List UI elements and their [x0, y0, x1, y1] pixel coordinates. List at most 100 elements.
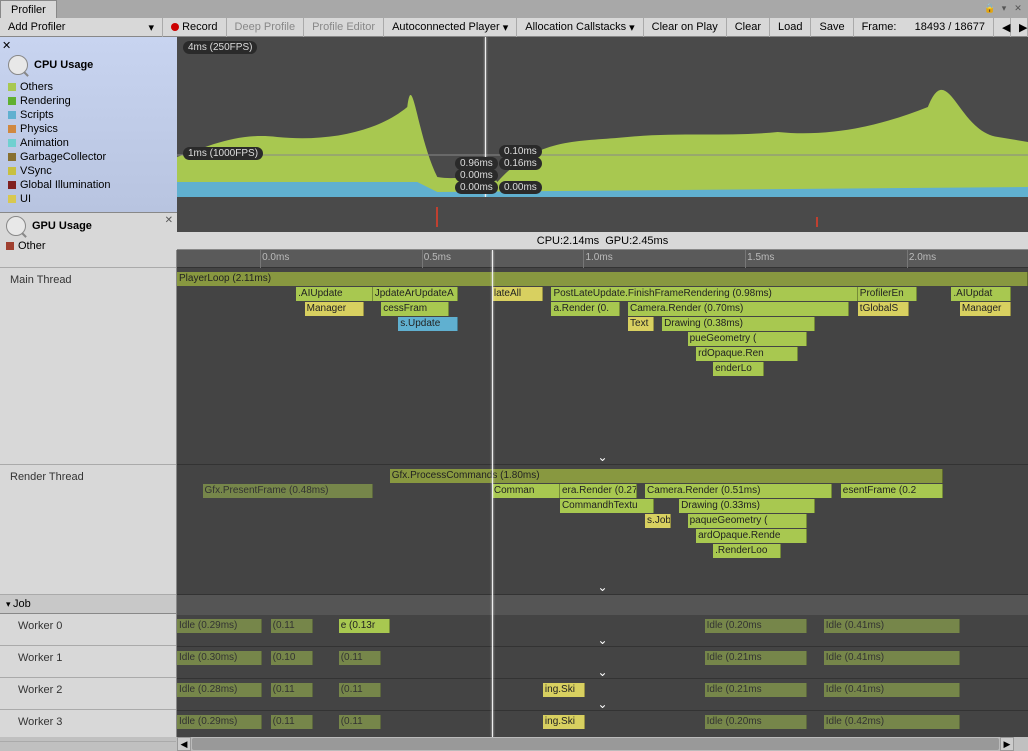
profiler-bar[interactable]: Idle (0.20ms	[705, 715, 807, 729]
profiler-bar[interactable]: (0.11	[339, 651, 382, 665]
worker-track[interactable]: Idle (0.30ms)(0.10(0.11Idle (0.21msIdle …	[177, 647, 1028, 679]
expand-icon[interactable]: ⌄	[597, 665, 607, 679]
worker-track[interactable]: Idle (0.28ms) (0.11 (0.11 ing.Ski Idle (0.21…	[177, 679, 1028, 711]
profiler-bar[interactable]: tGlobalS	[858, 302, 909, 316]
legend-item[interactable]: Physics	[8, 122, 169, 136]
legend-item[interactable]: Scripts	[8, 108, 169, 122]
profiler-tab[interactable]: Profiler	[0, 0, 57, 18]
horizontal-scrollbar[interactable]: ◀ ▶	[177, 737, 1014, 751]
profiler-bar[interactable]: (0.11	[271, 619, 314, 633]
legend-item[interactable]: GarbageCollector	[8, 150, 169, 164]
legend-item[interactable]: Rendering	[8, 94, 169, 108]
profiler-bar[interactable]: s.Update	[398, 317, 458, 331]
deep-profile-button[interactable]: Deep Profile	[227, 18, 305, 37]
scrollbar-thumb[interactable]	[192, 738, 999, 750]
expand-icon[interactable]: ⌄	[597, 697, 607, 711]
profiler-bar[interactable]: rdOpaque.Ren	[696, 347, 798, 361]
profiler-bar[interactable]: paqueGeometry (	[688, 514, 807, 528]
profiler-bar[interactable]: Camera.Render (0.70ms)	[628, 302, 849, 316]
profiler-bar[interactable]: ing.Ski	[543, 683, 586, 697]
profiler-bar[interactable]: Manager	[305, 302, 365, 316]
menu-icon[interactable]: ▾	[998, 2, 1010, 14]
load-button[interactable]: Load	[770, 18, 811, 37]
profiler-bar[interactable]: (0.11	[271, 683, 314, 697]
profiler-bar[interactable]: Camera.Render (0.51ms)	[645, 484, 832, 498]
clear-on-play-button[interactable]: Clear on Play	[644, 18, 727, 37]
profiler-bar[interactable]: JpdateArUpdateA	[373, 287, 458, 301]
profiler-bar[interactable]: PlayerLoop (2.11ms)	[177, 272, 1028, 286]
worker-track[interactable]: Idle (0.29ms) (0.11 (0.11 ing.Ski Idle (0.20…	[177, 711, 1028, 737]
profiler-bar[interactable]: .AIUpdate	[296, 287, 373, 301]
lock-icon[interactable]: 🔒	[984, 2, 996, 14]
profiler-bar[interactable]: lateAll	[492, 287, 543, 301]
legend-item[interactable]: Animation	[8, 136, 169, 150]
profiler-bar[interactable]: .RenderLoo	[713, 544, 781, 558]
cpu-chart[interactable]: 4ms (250FPS) 1ms (1000FPS) 0.10ms 0.16ms…	[177, 37, 1028, 232]
profiler-bar[interactable]: (0.11	[339, 715, 382, 729]
worker-label[interactable]: Worker 0	[0, 614, 176, 646]
profiler-bar[interactable]: pueGeometry (	[688, 332, 807, 346]
profiler-bar[interactable]: PostLateUpdate.FinishFrameRendering (0.9…	[551, 287, 857, 301]
profiler-bar[interactable]: (0.11	[339, 683, 382, 697]
profiler-bar[interactable]: (0.11	[271, 715, 314, 729]
profiler-bar[interactable]: e (0.13r	[339, 619, 390, 633]
worker-track[interactable]: Idle (0.29ms)(0.11e (0.13rIdle (0.20msId…	[177, 615, 1028, 647]
profiler-bar[interactable]: s.Job	[645, 514, 671, 528]
profiler-bar[interactable]: Gfx.PresentFrame (0.48ms)	[203, 484, 373, 498]
close-panel-icon[interactable]: ✕	[2, 40, 11, 52]
allocation-dropdown[interactable]: Allocation Callstacks ▾	[517, 18, 643, 37]
profiler-bar[interactable]: Idle (0.21ms	[705, 683, 807, 697]
render-thread-label[interactable]: Render Thread	[0, 465, 176, 595]
render-thread-track[interactable]: Gfx.ProcessCommands (1.80ms) Gfx.PresentF…	[177, 465, 1028, 595]
profiler-bar[interactable]: Idle (0.29ms)	[177, 715, 262, 729]
legend-item[interactable]: Others	[8, 80, 169, 94]
tracks[interactable]: 0.0ms0.5ms1.0ms1.5ms2.0ms PlayerLoop (2.…	[177, 250, 1028, 737]
profiler-bar[interactable]: Manager	[960, 302, 1011, 316]
profiler-bar[interactable]: a.Render (0.	[551, 302, 619, 316]
worker-label[interactable]: Worker 3	[0, 710, 176, 742]
profiler-bar[interactable]: ing.Ski	[543, 715, 586, 729]
job-group-header[interactable]: Job	[0, 595, 176, 614]
add-profiler-dropdown[interactable]: Add Profiler▾	[0, 18, 163, 37]
profiler-bar[interactable]: Idle (0.30ms)	[177, 651, 262, 665]
gpu-usage-panel[interactable]: ✕ GPU Usage Other	[0, 213, 177, 254]
profiler-bar[interactable]: esentFrame (0.2	[841, 484, 943, 498]
profiler-bar[interactable]: (0.10	[271, 651, 314, 665]
expand-icon[interactable]: ⌄	[597, 450, 607, 464]
close-panel-icon[interactable]: ✕	[165, 215, 173, 226]
profiler-bar[interactable]: Comman	[492, 484, 560, 498]
profiler-bar[interactable]: ardOpaque.Rende	[696, 529, 807, 543]
profiler-bar[interactable]: era.Render (0.27	[560, 484, 637, 498]
profiler-bar[interactable]: Text	[628, 317, 654, 331]
save-button[interactable]: Save	[811, 18, 853, 37]
profiler-bar[interactable]: ProfilerEn	[858, 287, 918, 301]
timeline-playhead[interactable]	[492, 250, 493, 737]
legend-item[interactable]: VSync	[8, 164, 169, 178]
profiler-bar[interactable]: Idle (0.29ms)	[177, 619, 262, 633]
close-icon[interactable]: ✕	[1012, 2, 1024, 14]
clear-button[interactable]: Clear	[727, 18, 770, 37]
profiler-bar[interactable]: Idle (0.20ms	[705, 619, 807, 633]
main-thread-label[interactable]: Main Thread	[0, 268, 176, 465]
prev-frame-button[interactable]: ◀	[994, 18, 1011, 37]
profiler-bar[interactable]: Idle (0.42ms)	[824, 715, 960, 729]
profiler-bar[interactable]: Drawing (0.33ms)	[679, 499, 815, 513]
target-dropdown[interactable]: Autoconnected Player ▾	[384, 18, 517, 37]
expand-icon[interactable]: ⌄	[597, 580, 607, 594]
scroll-right-button[interactable]: ▶	[1000, 737, 1014, 751]
scroll-left-button[interactable]: ◀	[177, 737, 191, 751]
profiler-bar[interactable]: Idle (0.28ms)	[177, 683, 262, 697]
profiler-bar[interactable]: cessFram	[381, 302, 449, 316]
profiler-bar[interactable]: Idle (0.41ms)	[824, 683, 960, 697]
profile-editor-button[interactable]: Profile Editor	[304, 18, 384, 37]
main-thread-track[interactable]: PlayerLoop (2.11ms).AIUpdateJpdateArUpda…	[177, 268, 1028, 465]
profiler-bar[interactable]: .AIUpdat	[951, 287, 1011, 301]
cpu-usage-panel[interactable]: ✕ CPU Usage OthersRenderingScriptsPhysic…	[0, 37, 177, 213]
record-button[interactable]: Record	[163, 18, 226, 37]
legend-item[interactable]: UI	[8, 192, 169, 206]
next-frame-button[interactable]: ▶	[1011, 18, 1028, 37]
profiler-bar[interactable]: Idle (0.41ms)	[824, 651, 960, 665]
profiler-bar[interactable]: Gfx.ProcessCommands (1.80ms)	[390, 469, 943, 483]
profiler-bar[interactable]: CommandhTextu	[560, 499, 654, 513]
worker-label[interactable]: Worker 2	[0, 678, 176, 710]
